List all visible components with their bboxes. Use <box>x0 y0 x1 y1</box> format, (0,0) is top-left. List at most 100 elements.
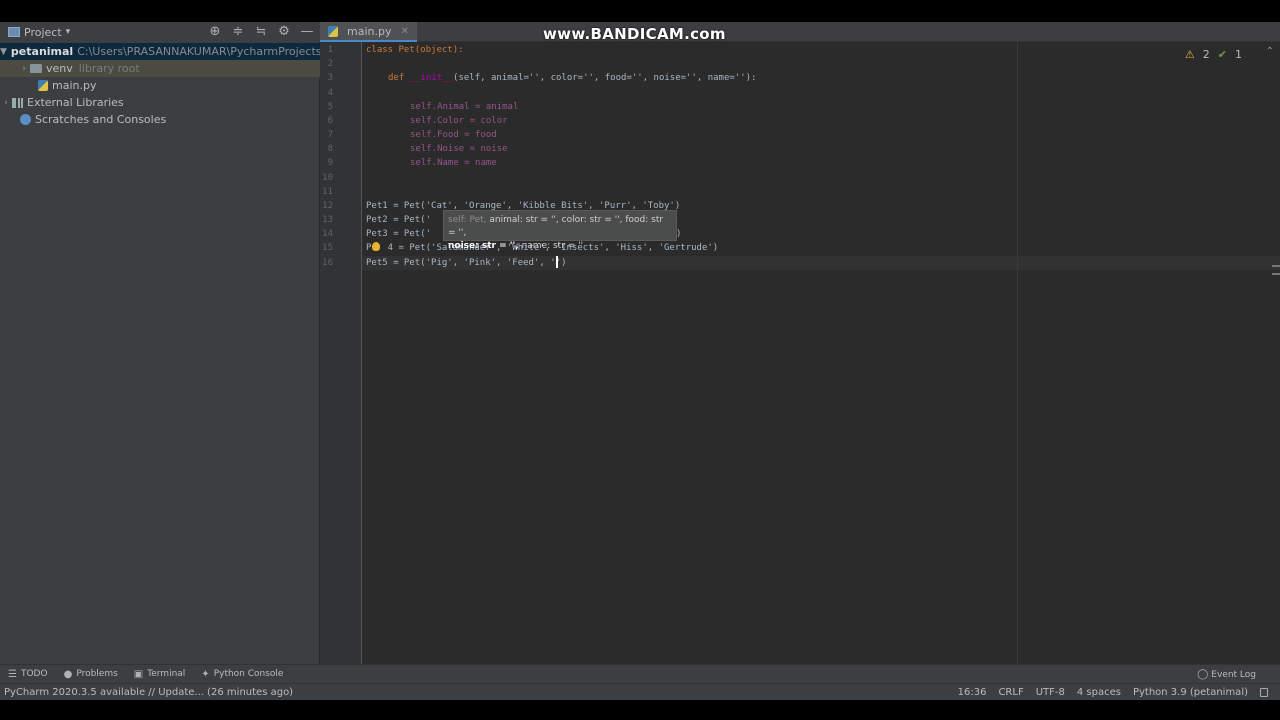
scroll-marker[interactable] <box>1272 265 1280 267</box>
event-log-label: Event Log <box>1211 669 1256 680</box>
file-encoding[interactable]: UTF-8 <box>1036 687 1065 698</box>
code-line-8: self.Noise = noise <box>410 144 508 154</box>
code-text-area[interactable]: class Pet(object): def __init__(self, an… <box>366 42 1266 664</box>
event-log-icon: ◯ <box>1197 669 1209 680</box>
tooltip-line-2: noise: str = '', name: str = '' <box>448 240 672 253</box>
tool-window-bar: ☰ TODO ● Problems ▣ Terminal ✦ Python Consol… <box>0 664 1280 683</box>
python-console-label: Python Console <box>213 669 284 679</box>
code-text: class Pet(object): <box>366 45 464 55</box>
line-number: 14 <box>322 229 333 239</box>
tooltip-line-1: self: Pet, animal: str = '', color: str … <box>448 214 672 240</box>
code-line-7: self.Food = food <box>410 130 497 140</box>
line-number-gutter[interactable]: 1 2 3 4 5 6 7 8 9 10 11 12 13 14 15 16 <box>320 42 362 664</box>
tooltip-text: self: Pet, <box>448 215 487 225</box>
line-number: 5 <box>327 102 333 112</box>
code-line-6: self.Color = color <box>410 116 508 126</box>
text-caret <box>556 256 558 268</box>
editor-tab-bar: main.py ✕ <box>320 22 1280 42</box>
line-number: 15 <box>322 243 333 253</box>
todo-label: TODO <box>20 669 48 679</box>
code-line-16: Pet5 = Pet('Pig', 'Pink', 'Feed', '') <box>366 258 567 268</box>
screen-top-bar <box>0 0 1280 22</box>
python-console-button[interactable]: ✦ Python Console <box>193 665 291 684</box>
info-icon: ● <box>63 668 73 680</box>
python-file-icon <box>38 80 48 91</box>
terminal-icon: ▣ <box>133 668 144 680</box>
chevron-down-icon[interactable]: ▼ <box>0 47 7 57</box>
parameter-info-tooltip: self: Pet, animal: str = '', color: str … <box>443 210 677 251</box>
code-text: def <box>388 73 410 83</box>
scroll-marker[interactable] <box>1272 273 1280 275</box>
line-number: 1 <box>327 45 333 55</box>
lightbulb-icon[interactable] <box>372 242 380 251</box>
tab-main-py[interactable]: main.py ✕ <box>320 22 417 42</box>
status-bar-widgets: 16:36 CRLF UTF-8 4 spaces Python 3.9 (pe… <box>958 684 1268 701</box>
tree-item-label: venv <box>46 62 73 75</box>
target-icon[interactable]: ⊕ <box>208 24 222 39</box>
line-separator[interactable]: CRLF <box>998 687 1023 698</box>
project-icon <box>8 27 20 37</box>
line-number: 9 <box>327 158 333 168</box>
collapse-all-icon[interactable]: ≒ <box>254 24 268 39</box>
tree-item-venv[interactable]: › venv library root <box>0 60 320 77</box>
line-number: 4 <box>327 88 333 98</box>
minimize-icon[interactable]: — <box>300 24 314 39</box>
status-bar: PyCharm 2020.3.5 available // Update... … <box>0 683 1280 700</box>
code-line-3: def __init__(self, animal='', color='', … <box>388 73 756 83</box>
project-path: C:\Users\PRASANNAKUMAR\PycharmProjects\p… <box>77 45 320 58</box>
line-number: 10 <box>322 173 333 183</box>
todo-button[interactable]: ☰ TODO <box>0 665 56 684</box>
line-number: 7 <box>327 130 333 140</box>
tree-item-scratches[interactable]: Scratches and Consoles <box>0 111 320 128</box>
screen-bottom-bar <box>0 700 1280 720</box>
line-number: 13 <box>322 215 333 225</box>
expand-all-icon[interactable]: ≑ <box>231 24 245 39</box>
chevron-down-icon[interactable]: ▾ <box>66 27 71 37</box>
tree-item-label: Scratches and Consoles <box>35 113 167 126</box>
indent-setting[interactable]: 4 spaces <box>1077 687 1121 698</box>
tree-item-petanimal[interactable]: ▼ petanimal C:\Users\PRASANNAKUMAR\Pycha… <box>0 43 320 60</box>
tooltip-current-param: noise: str = '', <box>448 241 519 251</box>
line-number: 12 <box>322 201 333 211</box>
python-icon: ✦ <box>201 668 210 680</box>
chevron-right-icon[interactable]: › <box>18 64 30 74</box>
terminal-button[interactable]: ▣ Terminal <box>126 665 194 684</box>
code-line-5: self.Animal = animal <box>410 102 519 112</box>
problems-label: Problems <box>76 669 118 679</box>
project-panel-title[interactable]: Project <box>24 26 62 39</box>
line-number: 8 <box>327 144 333 154</box>
lock-icon[interactable] <box>1260 688 1268 697</box>
update-notification[interactable]: PyCharm 2020.3.5 available // Update... … <box>4 687 293 698</box>
line-number: 6 <box>327 116 333 126</box>
tooltip-text: name: str = '' <box>518 241 584 251</box>
warning-icon: ⚠ <box>1184 48 1195 61</box>
tree-item-label: main.py <box>52 79 97 92</box>
inspection-widget[interactable]: ⚠ 2 ✔ 1 <box>1185 48 1242 61</box>
tree-item-main-py[interactable]: main.py <box>0 77 320 94</box>
code-line-1: class Pet(object): <box>366 45 464 55</box>
code-text: __init__ <box>409 73 454 83</box>
event-log-button[interactable]: ◯ Event Log <box>1197 665 1256 684</box>
code-line-13: Pet2 = Pet(' <box>366 215 432 225</box>
ok-count: 1 <box>1235 48 1242 61</box>
gear-icon[interactable]: ⚙ <box>277 24 291 39</box>
code-editor[interactable]: main.py ✕ 1 2 3 4 5 6 7 8 9 10 11 12 13 … <box>320 22 1280 664</box>
terminal-label: Terminal <box>147 669 186 679</box>
bandicam-watermark: www.BANDICAM.com <box>543 25 726 43</box>
code-line-9: self.Name = name <box>410 158 497 168</box>
chevron-up-icon[interactable]: ⌃ <box>1266 46 1274 57</box>
libraries-icon <box>12 97 23 108</box>
close-icon[interactable]: ✕ <box>400 26 408 37</box>
project-panel-header: Project ▾ ⊕ ≑ ≒ ⚙ — <box>0 22 320 42</box>
tree-item-external-libraries[interactable]: › External Libraries <box>0 94 320 111</box>
scratches-icon <box>20 114 31 125</box>
caret-position[interactable]: 16:36 <box>958 687 987 698</box>
warning-count: 2 <box>1202 48 1210 61</box>
python-interpreter[interactable]: Python 3.9 (petanimal) <box>1133 687 1248 698</box>
project-panel: Project ▾ ⊕ ≑ ≒ ⚙ — ▼ petanimal C:\Users… <box>0 22 320 686</box>
tree-item-label: petanimal <box>10 45 74 58</box>
chevron-right-icon[interactable]: › <box>0 98 12 108</box>
problems-button[interactable]: ● Problems <box>56 665 126 684</box>
check-icon: ✔ <box>1217 48 1227 61</box>
code-text: (self, animal='', color='', food='', noi… <box>453 73 757 83</box>
